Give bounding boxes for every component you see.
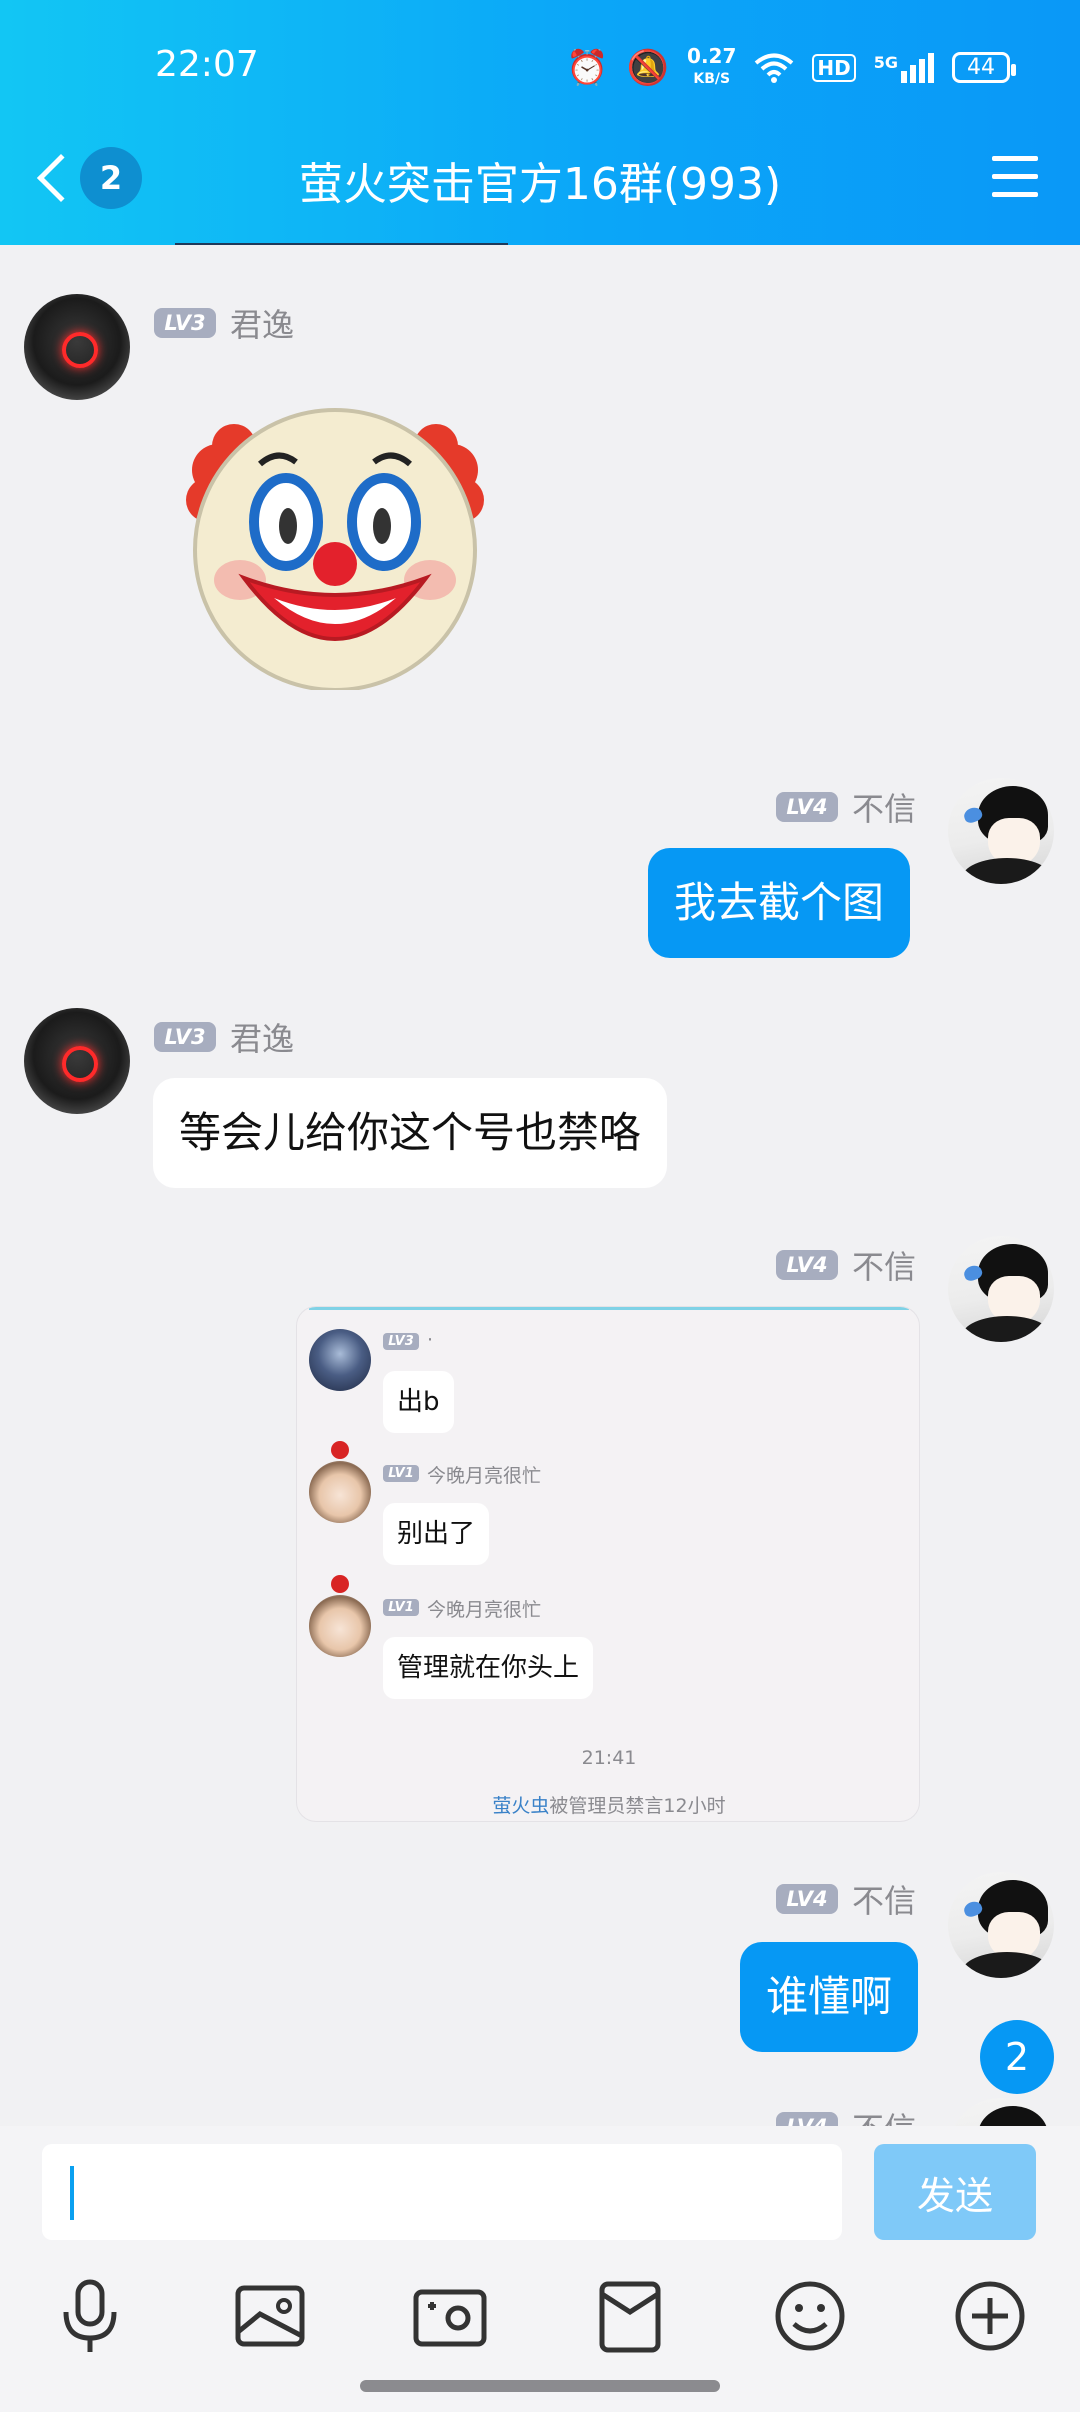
mini-message: 管理就在你头上 <box>383 1637 594 1699</box>
chat-header: 22:07 ⏰ 🔕 0.27 KB/S HD 5G 44 2 萤火突击官方16群… <box>0 0 1080 245</box>
mini-level-badge: LV1 <box>383 1599 419 1616</box>
chat-title: 萤火突击官方16群(993) <box>298 159 782 210</box>
menu-icon[interactable] <box>992 156 1038 198</box>
level-badge: LV4 <box>776 1884 838 1914</box>
message-bubble[interactable]: 谁懂啊 <box>740 1942 919 2052</box>
avatar-buxin[interactable] <box>948 1872 1054 1978</box>
mini-level-badge: LV3 <box>383 1333 419 1350</box>
sender-line: LV3 君逸 <box>154 1014 294 1060</box>
mini-avatar <box>309 1461 371 1523</box>
sender-line: LV4 不信 <box>776 784 916 830</box>
mini-level-badge: LV1 <box>383 1465 419 1482</box>
sender-name: 不信 <box>852 1248 917 1286</box>
home-indicator[interactable] <box>360 2380 720 2392</box>
red-packet-icon[interactable] <box>590 2276 670 2356</box>
microphone-icon[interactable] <box>50 2276 130 2356</box>
level-badge: LV3 <box>154 1022 216 1052</box>
mini-sender: · <box>427 1329 434 1351</box>
sender-line: LV3 君逸 <box>154 300 294 346</box>
message-bubble[interactable]: 等会儿给你这个号也禁咯 <box>153 1078 668 1188</box>
mute-notice: 萤火虫被管理员禁言12小时 <box>297 1791 919 1818</box>
mini-avatar <box>309 1329 371 1391</box>
plus-icon[interactable] <box>950 2276 1030 2356</box>
sender-line: LV4 不信 <box>776 1876 916 1922</box>
sender-name: 不信 <box>852 1882 917 1920</box>
mute-notice-text: 被管理员禁言12小时 <box>549 1795 726 1817</box>
sender-name: 君逸 <box>230 1020 295 1058</box>
hd-icon: HD <box>812 53 856 82</box>
sender-name: 君逸 <box>230 306 295 344</box>
avatar-junyi[interactable] <box>24 294 130 400</box>
sender-name: 不信 <box>852 790 917 828</box>
camera-icon[interactable] <box>410 2276 490 2356</box>
flower-icon <box>331 1441 349 1459</box>
clown-sticker[interactable] <box>178 400 492 690</box>
wifi-icon <box>755 53 794 83</box>
new-message-badge[interactable]: 2 <box>980 2020 1054 2094</box>
mini-timestamp: 21:41 <box>581 1747 637 1769</box>
image-icon[interactable] <box>230 2276 310 2356</box>
net-speed: 0.27 KB/S <box>687 44 737 87</box>
mini-message: 别出了 <box>383 1503 490 1565</box>
sender-line: LV4 不信 <box>776 1242 916 1288</box>
toolbar <box>0 2276 1080 2386</box>
mini-sender: 今晚月亮很忙 <box>427 1599 542 1621</box>
mini-message: 出b <box>383 1371 454 1433</box>
level-badge: LV4 <box>776 792 838 822</box>
status-time: 22:07 <box>155 44 259 85</box>
screenshot-image[interactable]: LV3 · 出b LV1 今晚月亮很忙 别出了 LV1 今晚月亮很忙 管理就在你… <box>296 1306 920 1822</box>
avatar-junyi[interactable] <box>24 1008 130 1114</box>
level-badge: LV3 <box>154 308 216 338</box>
level-badge: LV4 <box>776 1250 838 1280</box>
signal-5g-icon: 5G <box>874 52 934 83</box>
divider <box>175 243 508 245</box>
input-area: 发送 <box>0 2126 1080 2412</box>
mute-notice-link: 萤火虫 <box>492 1795 550 1817</box>
message-bubble[interactable]: 我去截个图 <box>648 848 911 958</box>
message-input[interactable] <box>42 2144 842 2240</box>
mute-bell-icon: 🔕 <box>626 47 670 88</box>
send-button[interactable]: 发送 <box>874 2144 1036 2240</box>
alarm-icon: ⏰ <box>566 47 609 88</box>
mini-avatar <box>309 1595 371 1657</box>
status-icons: ⏰ 🔕 0.27 KB/S HD 5G 44 <box>566 44 1016 89</box>
flower-icon <box>331 1575 349 1593</box>
avatar-buxin[interactable] <box>948 778 1054 884</box>
mini-sender: 今晚月亮很忙 <box>427 1465 542 1487</box>
battery-icon: 44 <box>952 52 1016 83</box>
text-caret <box>70 2166 74 2220</box>
emoji-icon[interactable] <box>770 2276 850 2356</box>
avatar-buxin[interactable] <box>948 1236 1054 1342</box>
